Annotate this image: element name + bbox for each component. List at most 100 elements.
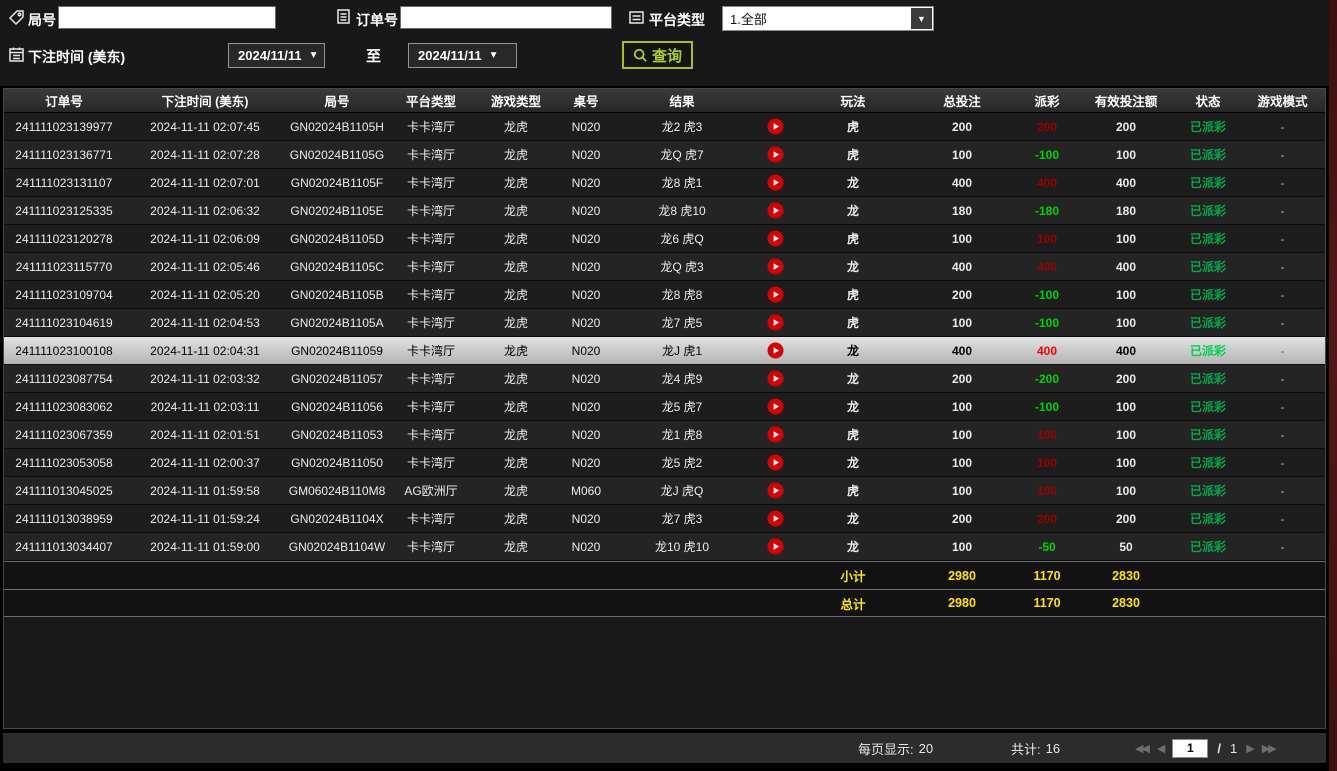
last-page-icon[interactable]: ▶▶: [1262, 742, 1275, 755]
table-row[interactable]: 241111023139977 2024-11-11 02:07:45 GN02…: [4, 113, 1325, 141]
cell-game-mode: -: [1240, 316, 1325, 330]
cell-replay: [750, 398, 800, 415]
play-icon: [767, 286, 784, 303]
cell-platform-type: 卡卡湾厅: [388, 314, 474, 331]
play-replay-button[interactable]: [767, 146, 784, 163]
play-replay-button[interactable]: [767, 454, 784, 471]
play-replay-button[interactable]: [767, 286, 784, 303]
cell-status: 已派彩: [1176, 398, 1240, 415]
cell-result: 龙8 虎10: [614, 202, 750, 219]
subtotal-label: 小计: [800, 566, 906, 585]
play-replay-button[interactable]: [767, 174, 784, 191]
cell-game-type: 龙虎: [474, 398, 558, 415]
col-header-round: 局号: [286, 91, 388, 110]
col-header-game: 游戏类型: [474, 91, 558, 110]
play-replay-button[interactable]: [767, 510, 784, 527]
cell-valid-bet: 100: [1076, 484, 1176, 498]
cell-payout: 100: [1018, 232, 1076, 246]
play-replay-button[interactable]: [767, 258, 784, 275]
chevron-down-icon: ▼: [489, 50, 499, 61]
grand-total-row: 总计 2980 1170 2830: [4, 589, 1325, 617]
app-root: 局号 订单号 平台类型 1.全部 ▼ 下注时间 (美东) 2024/11/11 …: [0, 0, 1337, 771]
cell-bet-time: 2024-11-11 02:03:32: [124, 372, 286, 386]
cell-total-bet: 200: [906, 372, 1018, 386]
cell-game-mode: -: [1240, 120, 1325, 134]
cell-round-number: GN02024B11057: [286, 372, 388, 386]
list-icon: [628, 9, 645, 26]
cell-round-number: GN02024B1105C: [286, 260, 388, 274]
table-row[interactable]: 241111013034407 2024-11-11 01:59:00 GN02…: [4, 533, 1325, 561]
cell-payout: 400: [1018, 260, 1076, 274]
play-replay-button[interactable]: [767, 118, 784, 135]
table-row[interactable]: 241111023131107 2024-11-11 02:07:01 GN02…: [4, 169, 1325, 197]
cell-platform-type: 卡卡湾厅: [388, 454, 474, 471]
table-row[interactable]: 241111023109704 2024-11-11 02:05:20 GN02…: [4, 281, 1325, 309]
cell-table-number: N020: [558, 372, 614, 386]
table-row[interactable]: 241111023115770 2024-11-11 02:05:46 GN02…: [4, 253, 1325, 281]
cell-bet-time: 2024-11-11 01:59:58: [124, 484, 286, 498]
round-number-input[interactable]: [58, 6, 276, 29]
cell-platform-type: 卡卡湾厅: [388, 286, 474, 303]
order-number-input[interactable]: [400, 6, 612, 29]
table-body: 241111023139977 2024-11-11 02:07:45 GN02…: [4, 113, 1325, 561]
date-to-picker[interactable]: 2024/11/11 ▼: [408, 43, 517, 68]
cell-round-number: GN02024B1105H: [286, 120, 388, 134]
table-row[interactable]: 241111023083062 2024-11-11 02:03:11 GN02…: [4, 393, 1325, 421]
cell-result: 龙5 虎2: [614, 454, 750, 471]
cell-bet-type: 龙: [800, 342, 906, 359]
next-page-icon[interactable]: ▶: [1246, 742, 1252, 755]
cell-valid-bet: 400: [1076, 260, 1176, 274]
play-replay-button[interactable]: [767, 482, 784, 499]
play-replay-button[interactable]: [767, 426, 784, 443]
play-replay-button[interactable]: [767, 314, 784, 331]
cell-order-number: 241111023083062: [4, 400, 124, 414]
calendar-icon: [8, 46, 25, 63]
table-row[interactable]: 241111023100108 2024-11-11 02:04:31 GN02…: [4, 337, 1325, 365]
cell-game-type: 龙虎: [474, 342, 558, 359]
table-row[interactable]: 241111023053058 2024-11-11 02:00:37 GN02…: [4, 449, 1325, 477]
cell-game-type: 龙虎: [474, 258, 558, 275]
play-replay-button[interactable]: [767, 398, 784, 415]
col-header-order: 订单号: [4, 91, 124, 110]
cell-valid-bet: 100: [1076, 316, 1176, 330]
cell-status: 已派彩: [1176, 174, 1240, 191]
play-replay-button[interactable]: [767, 202, 784, 219]
table-row[interactable]: 241111023087754 2024-11-11 02:03:32 GN02…: [4, 365, 1325, 393]
cell-valid-bet: 200: [1076, 372, 1176, 386]
cell-result: 龙7 虎5: [614, 314, 750, 331]
play-replay-button[interactable]: [767, 370, 784, 387]
cell-table-number: N020: [558, 456, 614, 470]
round-number-label: 局号: [28, 10, 56, 30]
cell-round-number: GN02024B11056: [286, 400, 388, 414]
cell-total-bet: 100: [906, 232, 1018, 246]
table-row[interactable]: 241111023120278 2024-11-11 02:06:09 GN02…: [4, 225, 1325, 253]
chevron-down-icon[interactable]: ▼: [911, 8, 932, 29]
query-button[interactable]: 查询: [622, 41, 693, 69]
cell-status: 已派彩: [1176, 538, 1240, 555]
play-replay-button[interactable]: [767, 342, 784, 359]
page-input[interactable]: 1: [1172, 739, 1208, 758]
cell-total-bet: 200: [906, 120, 1018, 134]
table-row[interactable]: 241111023067359 2024-11-11 02:01:51 GN02…: [4, 421, 1325, 449]
table-row[interactable]: 241111023136771 2024-11-11 02:07:28 GN02…: [4, 141, 1325, 169]
table-row[interactable]: 241111023125335 2024-11-11 02:06:32 GN02…: [4, 197, 1325, 225]
date-from-picker[interactable]: 2024/11/11 ▼: [228, 43, 325, 68]
table-row[interactable]: 241111013038959 2024-11-11 01:59:24 GN02…: [4, 505, 1325, 533]
table-row[interactable]: 241111023104619 2024-11-11 02:04:53 GN02…: [4, 309, 1325, 337]
play-replay-button[interactable]: [767, 230, 784, 247]
play-replay-button[interactable]: [767, 538, 784, 555]
cell-game-type: 龙虎: [474, 174, 558, 191]
cell-status: 已派彩: [1176, 482, 1240, 499]
platform-type-select[interactable]: 1.全部 ▼: [722, 6, 934, 31]
cell-payout: -100: [1018, 288, 1076, 302]
grand-total-valid-bet: 2830: [1076, 596, 1176, 610]
table-row[interactable]: 241111013045025 2024-11-11 01:59:58 GM06…: [4, 477, 1325, 505]
cell-game-mode: -: [1240, 288, 1325, 302]
prev-page-icon[interactable]: ◀: [1157, 742, 1163, 755]
platform-type-label: 平台类型: [649, 10, 705, 30]
cell-game-mode: -: [1240, 148, 1325, 162]
cell-round-number: GN02024B11053: [286, 428, 388, 442]
cell-game-type: 龙虎: [474, 314, 558, 331]
first-page-icon[interactable]: ◀◀: [1135, 742, 1148, 755]
cell-total-bet: 400: [906, 344, 1018, 358]
